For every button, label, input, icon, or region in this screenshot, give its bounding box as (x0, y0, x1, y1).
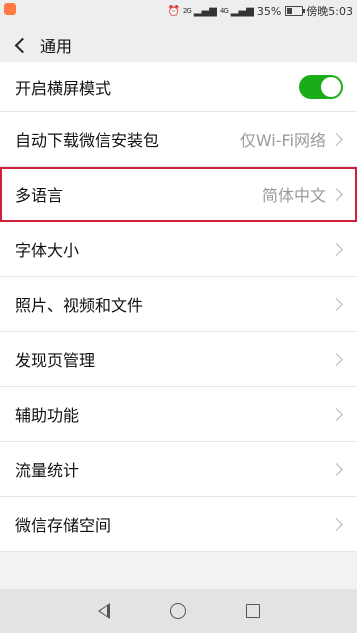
battery-icon (285, 6, 306, 16)
setting-auto-download[interactable]: 自动下载微信安装包 仅Wi-Fi网络 (0, 112, 357, 167)
nav-home-icon[interactable] (169, 603, 186, 619)
settings-list: 开启横屏模式 自动下载微信安装包 仅Wi-Fi网络 多语言 简体中文 字体大小 … (0, 62, 357, 552)
setting-media-files[interactable]: 照片、视频和文件 (0, 277, 357, 332)
chevron-right-icon (330, 242, 343, 256)
setting-label: 发现页管理 (15, 351, 96, 370)
setting-label: 自动下载微信安装包 (15, 131, 160, 150)
setting-label: 辅助功能 (15, 406, 80, 425)
status-time: 傍晚5:03 (306, 5, 353, 18)
chevron-right-icon (330, 187, 343, 201)
chevron-right-icon (330, 407, 343, 421)
setting-storage[interactable]: 微信存储空间 (0, 497, 357, 552)
setting-value: 仅Wi-Fi网络 (239, 131, 326, 150)
setting-data-usage[interactable]: 流量统计 (0, 442, 357, 497)
setting-label: 流量统计 (15, 461, 80, 480)
landscape-mode-toggle[interactable] (299, 74, 343, 99)
status-bar: ⏰ 2G ▂▄▆ 4G ▂▄▆ 35% 傍晚5:03 (0, 0, 357, 20)
alarm-icon: ⏰ (167, 5, 180, 17)
chevron-right-icon (330, 352, 343, 366)
setting-landscape-mode[interactable]: 开启横屏模式 (0, 62, 357, 112)
status-indicators: ⏰ 2G ▂▄▆ 4G ▂▄▆ 35% 傍晚5:03 (167, 3, 353, 19)
setting-font-size[interactable]: 字体大小 (0, 222, 357, 277)
chevron-right-icon (330, 132, 343, 146)
setting-label: 开启横屏模式 (15, 78, 112, 98)
battery-percent: 35% (256, 4, 282, 18)
chevron-right-icon (330, 297, 343, 311)
chevron-right-icon (330, 517, 343, 531)
back-arrow-icon[interactable] (14, 39, 26, 51)
setting-label: 多语言 (15, 186, 64, 205)
signal-icon: ▂▄▆ (193, 5, 217, 17)
app-notification-icon (4, 3, 16, 15)
system-nav-bar (0, 589, 357, 633)
nav-recent-apps-icon[interactable] (245, 604, 260, 618)
signal-icon: ▂▄▆ (230, 5, 254, 17)
setting-language[interactable]: 多语言 简体中文 (0, 167, 357, 222)
setting-label: 微信存储空间 (15, 516, 112, 535)
chevron-right-icon (330, 462, 343, 476)
setting-value: 简体中文 (261, 186, 326, 205)
network-2g-label: 2G (182, 7, 192, 15)
page-title: 通用 (40, 37, 73, 56)
setting-label: 字体大小 (15, 241, 80, 260)
setting-accessibility[interactable]: 辅助功能 (0, 387, 357, 442)
setting-discover-manage[interactable]: 发现页管理 (0, 332, 357, 387)
setting-label: 照片、视频和文件 (15, 296, 144, 315)
toggle-knob (321, 76, 341, 97)
nav-back-icon[interactable] (97, 603, 110, 619)
network-4g-label: 4G (219, 7, 229, 15)
